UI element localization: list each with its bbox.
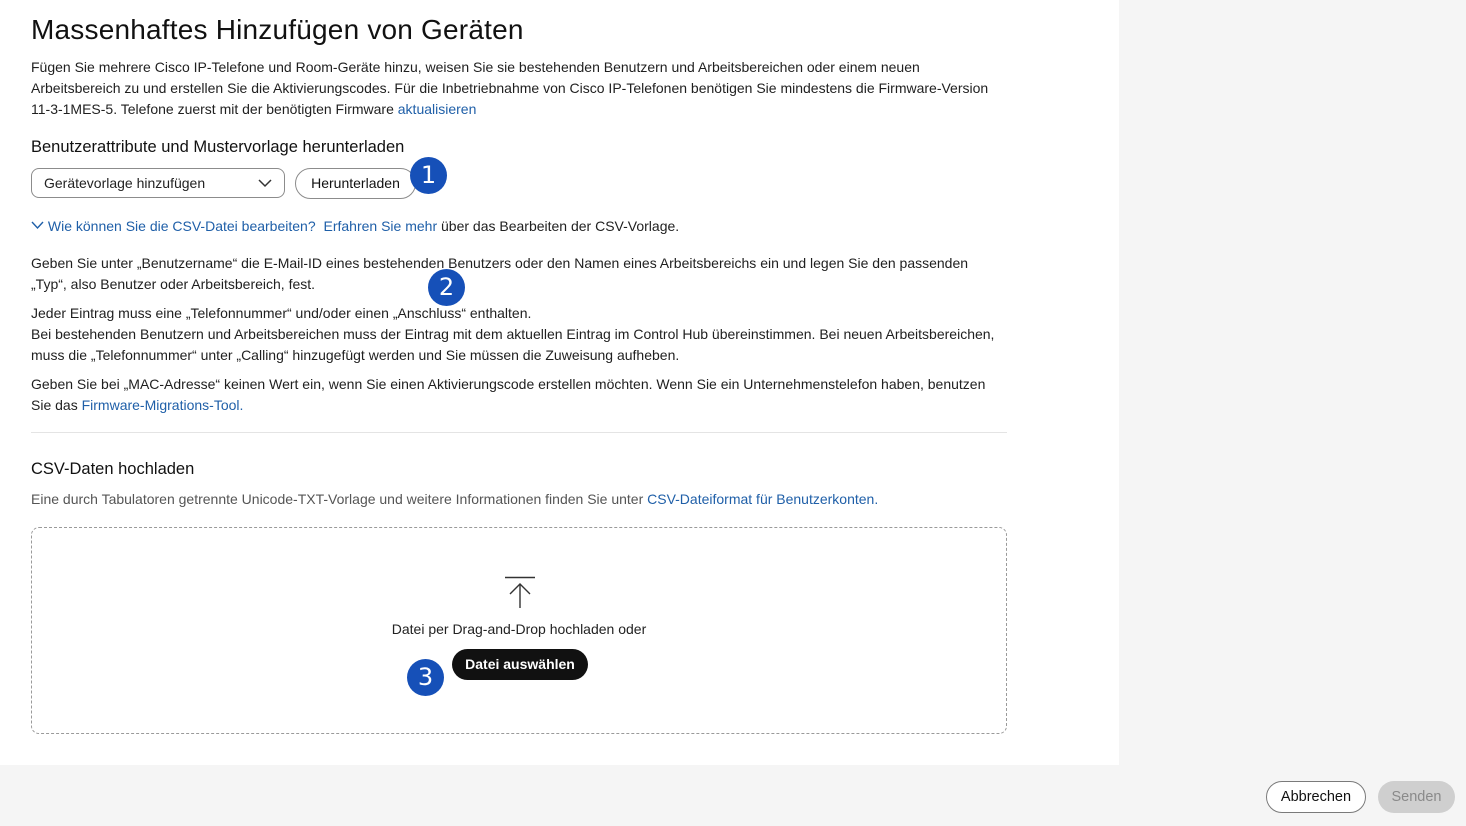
step-badge-2: 2 (428, 269, 465, 306)
upload-description: Eine durch Tabulatoren getrennte Unicode… (31, 489, 1006, 510)
csv-help-row: Wie können Sie die CSV-Datei bearbeiten?… (31, 216, 1006, 237)
section-divider (31, 432, 1007, 433)
choose-file-button[interactable]: Datei auswählen (452, 649, 588, 680)
instruction-mac-address: Geben Sie bei „MAC-Adresse“ keinen Wert … (31, 374, 1006, 416)
upload-icon (505, 576, 535, 608)
csv-format-link[interactable]: CSV-Dateiformat für Benutzerkonten. (647, 491, 878, 507)
download-button[interactable]: Herunterladen (295, 168, 416, 199)
instruction-phone-line2: Bei bestehenden Benutzern und Arbeitsber… (31, 326, 995, 363)
submit-button[interactable]: Senden (1378, 781, 1455, 813)
dropzone-text: Datei per Drag-and-Drop hochladen oder (391, 621, 647, 637)
csv-help-toggle[interactable]: Wie können Sie die CSV-Datei bearbeiten? (31, 218, 320, 234)
instruction-phone-number: Jeder Eintrag muss eine „Telefonnummer“ … (31, 303, 1006, 366)
instruction-username: Geben Sie unter „Benutzername“ die E-Mai… (31, 255, 969, 292)
chevron-down-icon (258, 179, 272, 188)
download-heading: Benutzerattribute und Mustervorlage heru… (31, 138, 405, 156)
upload-heading: CSV-Daten hochladen (31, 460, 195, 478)
update-firmware-link[interactable]: aktualisieren (398, 101, 477, 117)
step-badge-1: 1 (410, 157, 447, 194)
intro-text: Fügen Sie mehrere Cisco IP-Telefone und … (31, 59, 989, 117)
template-select-value: Gerätevorlage hinzufügen (44, 175, 206, 191)
template-select[interactable]: Gerätevorlage hinzufügen (31, 168, 285, 198)
csv-help-toggle-label: Wie können Sie die CSV-Datei bearbeiten? (47, 218, 316, 234)
learn-more-suffix: über das Bearbeiten der CSV-Vorlage. (441, 218, 680, 234)
file-dropzone[interactable]: Datei per Drag-and-Drop hochladen oder D… (31, 527, 1007, 734)
page-title: Massenhaftes Hinzufügen von Geräten (31, 14, 524, 45)
chevron-down-icon (31, 221, 44, 230)
intro-paragraph: Fügen Sie mehrere Cisco IP-Telefone und … (31, 57, 1006, 120)
step-badge-3: 3 (407, 659, 444, 696)
cancel-button[interactable]: Abbrechen (1266, 781, 1366, 813)
firmware-migration-link[interactable]: Firmware-Migrations-Tool. (82, 397, 244, 413)
upload-description-text: Eine durch Tabulatoren getrennte Unicode… (31, 491, 644, 507)
instruction-phone-line1: Jeder Eintrag muss eine „Telefonnummer“ … (31, 305, 532, 321)
learn-more-link[interactable]: Erfahren Sie mehr (324, 218, 438, 234)
main-panel: Massenhaftes Hinzufügen von Geräten Füge… (0, 0, 1119, 765)
